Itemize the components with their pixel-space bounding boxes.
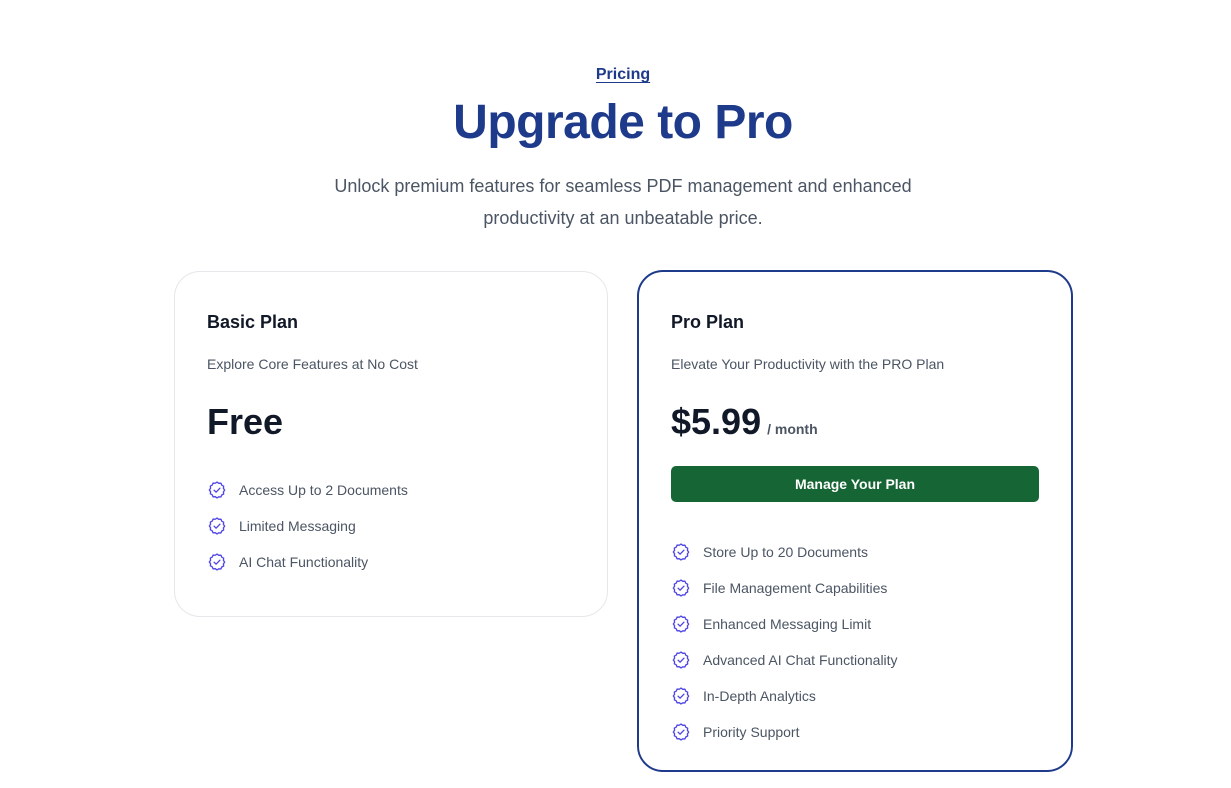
feature-item: Advanced AI Chat Functionality (671, 642, 898, 678)
feature-item: Limited Messaging (207, 508, 408, 544)
check-badge-icon (671, 722, 691, 742)
check-badge-icon (671, 578, 691, 598)
check-badge-icon (207, 552, 227, 572)
feature-item: Access Up to 2 Documents (207, 472, 408, 508)
price-row: $5.99 / month (671, 400, 818, 444)
feature-label: Priority Support (703, 724, 800, 740)
feature-item: File Management Capabilities (671, 570, 898, 606)
plan-name: Pro Plan (671, 312, 745, 332)
feature-label: File Management Capabilities (703, 580, 888, 596)
feature-label: Advanced AI Chat Functionality (703, 652, 898, 668)
feature-item: Store Up to 20 Documents (671, 534, 898, 570)
feature-label: Access Up to 2 Documents (239, 482, 408, 498)
pricing-link[interactable]: Pricing (0, 64, 1231, 86)
check-badge-icon (671, 650, 691, 670)
plan-description: Explore Core Features at No Cost (207, 356, 418, 372)
check-badge-icon (671, 686, 691, 706)
feature-item: Priority Support (671, 714, 898, 750)
pro-plan-card: Pro Plan Elevate Your Productivity with … (637, 270, 1073, 772)
check-badge-icon (671, 614, 691, 634)
feature-item: In-Depth Analytics (671, 678, 898, 714)
manage-plan-button[interactable]: Manage Your Plan (671, 466, 1039, 502)
feature-item: AI Chat Functionality (207, 544, 408, 580)
feature-label: AI Chat Functionality (239, 554, 369, 570)
feature-label: Store Up to 20 Documents (703, 544, 868, 560)
price-row: Free (207, 400, 283, 444)
plan-description: Elevate Your Productivity with the PRO P… (671, 356, 945, 372)
check-badge-icon (207, 480, 227, 500)
plan-price: $5.99 (671, 401, 762, 442)
check-badge-icon (671, 542, 691, 562)
feature-list: Store Up to 20 Documents File Management… (671, 534, 898, 750)
page-subtitle: Unlock premium features for seamless PDF… (334, 176, 912, 228)
feature-list: Access Up to 2 Documents Limited Messagi… (207, 472, 408, 580)
price-period: / month (767, 421, 818, 437)
feature-label: In-Depth Analytics (703, 688, 816, 704)
page-title: Upgrade to Pro (453, 96, 793, 149)
plan-price: Free (207, 401, 284, 442)
check-badge-icon (207, 516, 227, 536)
feature-label: Enhanced Messaging Limit (703, 616, 872, 632)
feature-label: Limited Messaging (239, 518, 356, 534)
feature-item: Enhanced Messaging Limit (671, 606, 898, 642)
plan-name: Basic Plan (207, 312, 299, 332)
pricing-page: Pricing Upgrade to Pro Unlock premium fe… (0, 0, 1231, 788)
basic-plan-card: Basic Plan Explore Core Features at No C… (174, 271, 608, 617)
